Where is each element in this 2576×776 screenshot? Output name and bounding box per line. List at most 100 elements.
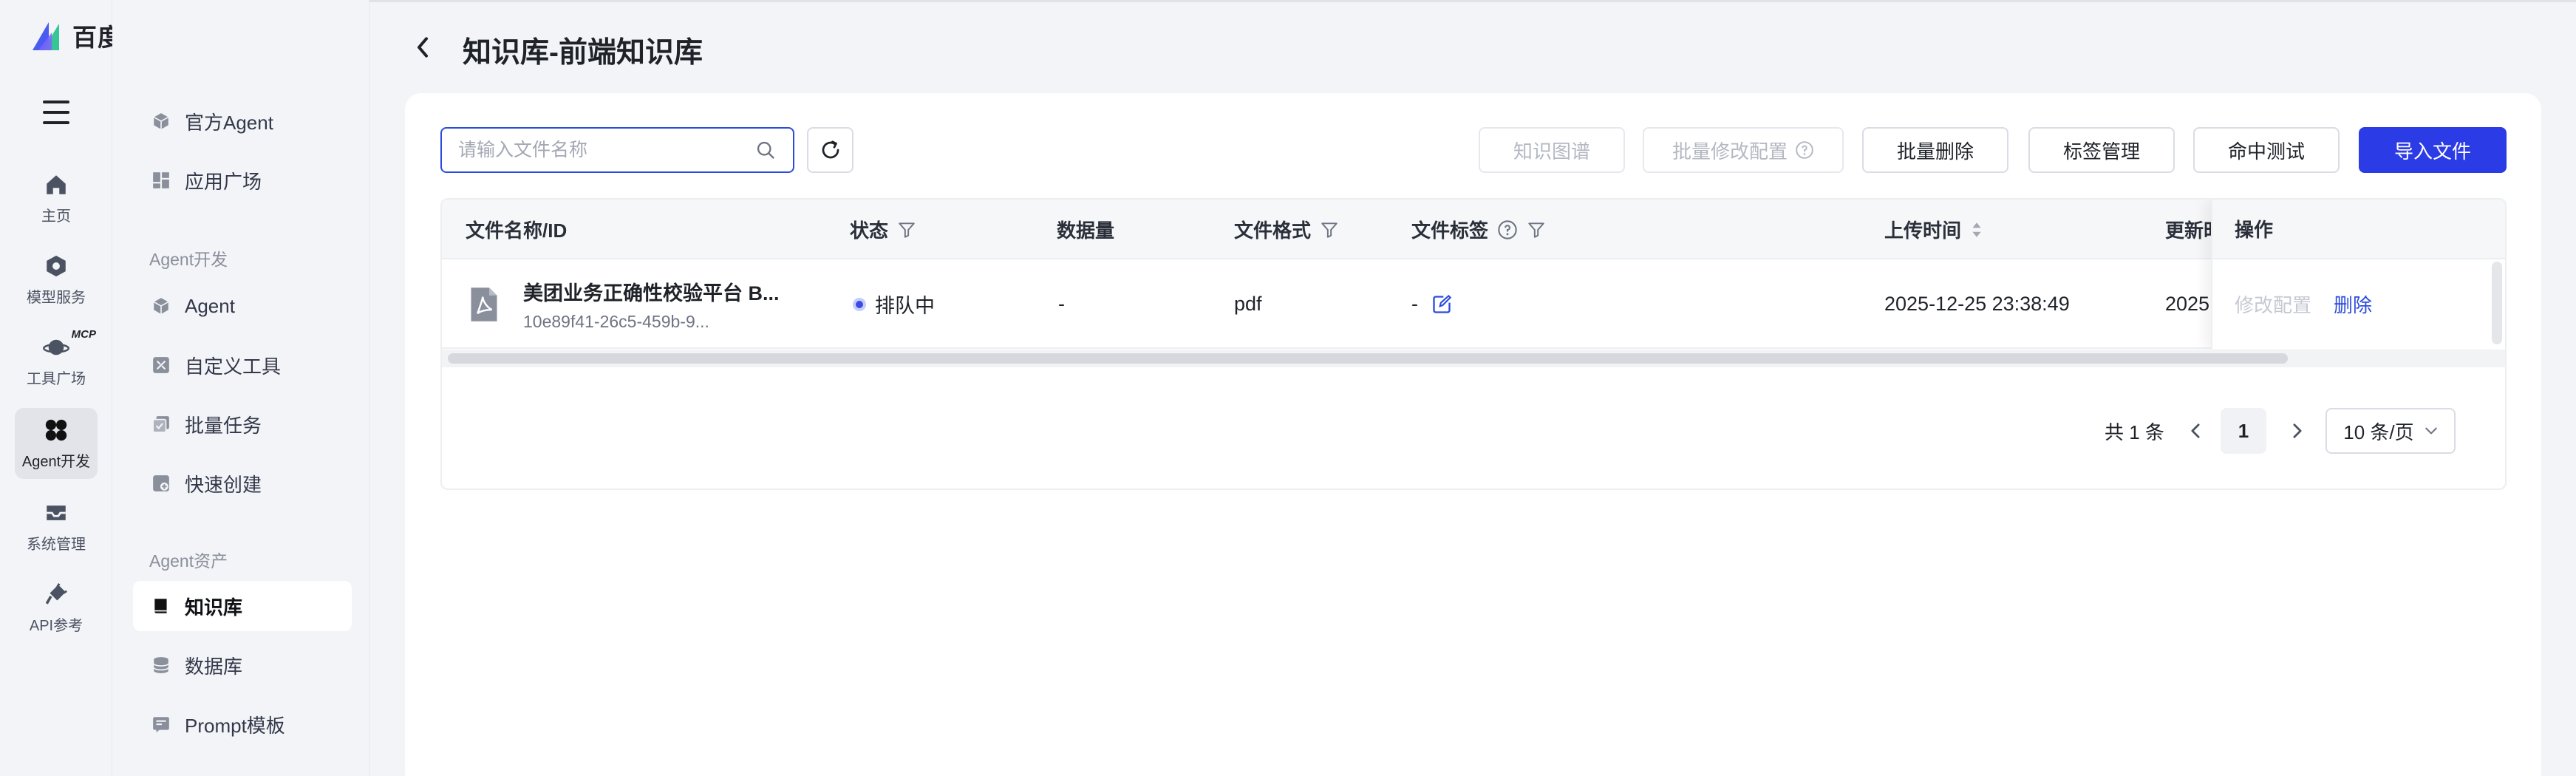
button-label: 命中测试 <box>2227 140 2305 163</box>
status-dot-icon <box>853 297 866 311</box>
help-icon <box>1796 141 1813 159</box>
batch-config-button[interactable]: 批量修改配置 <box>1643 127 1844 173</box>
page-size-value: 10 条/页 <box>2343 421 2414 443</box>
sidebar-item-label: 数据库 <box>185 655 243 678</box>
search-input[interactable] <box>458 139 754 161</box>
sidebar-item-batch-tasks[interactable]: 批量任务 <box>133 399 352 449</box>
data-count-cell: - <box>1058 293 1065 315</box>
filter-icon[interactable] <box>1527 220 1546 239</box>
home-icon <box>43 171 69 198</box>
import-file-button[interactable]: 导入文件 <box>2359 127 2507 173</box>
icon-rail: 百度千帆 主页 模型服务 MCP 工具广场 Agent开发 系统管理 <box>0 0 172 776</box>
column-header-status: 状态 <box>850 200 916 259</box>
rail-label: Agent开发 <box>21 453 91 470</box>
sidebar-item-agent[interactable]: Agent <box>133 281 352 331</box>
vertical-scrollbar[interactable] <box>2492 262 2502 344</box>
page-number-current[interactable]: 1 <box>2220 408 2266 454</box>
rail-label: 系统管理 <box>27 536 86 553</box>
filter-icon[interactable] <box>1320 220 1339 239</box>
chevron-down-icon <box>2425 427 2437 435</box>
hit-test-button[interactable]: 命中测试 <box>2193 127 2340 173</box>
status-cell: 排队中 <box>853 259 935 349</box>
rail-item-tool-plaza[interactable]: MCP 工具广场 <box>15 325 98 396</box>
sidebar-item-label: 知识库 <box>185 596 243 619</box>
back-button[interactable] <box>408 33 437 62</box>
book-icon <box>151 596 171 616</box>
help-icon[interactable] <box>1497 219 1518 240</box>
rail-item-agent-dev[interactable]: Agent开发 <box>15 408 98 479</box>
plug-icon <box>43 581 69 607</box>
sidebar-item-prompt-template[interactable]: Prompt模板 <box>133 699 352 749</box>
sidebar-item-quick-create[interactable]: 快速创建 <box>133 458 352 508</box>
secondary-sidebar: 官方Agent 应用广场 Agent开发 Agent 自定义工具 批量任务 快速… <box>112 0 369 776</box>
menu-toggle-icon[interactable] <box>43 101 69 124</box>
column-header-data-count: 数据量 <box>1057 200 1114 259</box>
button-label: 知识图谱 <box>1513 140 1590 163</box>
mcp-badge: MCP <box>71 328 96 341</box>
grid-icon <box>151 170 171 191</box>
column-header-format: 文件格式 <box>1234 200 1339 259</box>
file-name-cell: 美团业务正确性校验平台 B... 10e89f41-26c5-459b-9... <box>523 259 780 349</box>
rail-label: 工具广场 <box>27 370 86 387</box>
sort-icon[interactable] <box>1970 219 1983 240</box>
rail-label: 主页 <box>41 208 71 225</box>
column-title: 上传时间 <box>1884 219 1962 242</box>
chevron-left-icon <box>2191 423 2200 438</box>
column-title: 文件格式 <box>1234 219 1312 242</box>
tags-cell: - <box>1411 259 1452 349</box>
tools-icon <box>151 355 171 375</box>
format-cell: pdf <box>1234 293 1262 315</box>
batch-icon <box>151 414 171 435</box>
edit-icon[interactable] <box>1431 294 1452 315</box>
button-label: 批量修改配置 <box>1672 140 1788 163</box>
next-page-button[interactable] <box>2283 416 2312 446</box>
update-time-cell: 2025 <box>2165 293 2210 315</box>
search-icon[interactable] <box>754 139 777 161</box>
sidebar-section-title: Agent资产 <box>149 551 228 571</box>
knowledge-graph-button[interactable]: 知识图谱 <box>1479 127 1625 173</box>
sidebar-item-database[interactable]: 数据库 <box>133 640 352 690</box>
rail-item-home[interactable]: 主页 <box>15 163 98 234</box>
batch-delete-button[interactable]: 批量删除 <box>1862 127 2008 173</box>
refresh-button[interactable] <box>807 127 853 173</box>
sidebar-item-label: Agent <box>185 294 235 317</box>
scrollbar-thumb[interactable] <box>448 353 2288 364</box>
edit-config-link[interactable]: 修改配置 <box>2235 290 2311 318</box>
chevron-left-icon <box>418 37 428 58</box>
rail-item-system[interactable]: 系统管理 <box>15 491 98 562</box>
search-box[interactable] <box>440 127 794 173</box>
planet-icon <box>43 334 69 361</box>
prev-page-button[interactable] <box>2181 416 2210 446</box>
sidebar-item-app-plaza[interactable]: 应用广场 <box>133 155 352 205</box>
rail-item-api-ref[interactable]: API参考 <box>15 572 98 643</box>
button-label: 导入文件 <box>2393 140 2471 163</box>
template-icon <box>151 714 171 735</box>
sidebar-item-label: 批量任务 <box>185 414 262 437</box>
sidebar-item-custom-tools[interactable]: 自定义工具 <box>133 340 352 390</box>
inbox-icon <box>43 500 69 526</box>
horizontal-scrollbar[interactable] <box>442 350 2505 367</box>
column-title: 状态 <box>850 219 889 242</box>
delete-link[interactable]: 删除 <box>2334 290 2372 318</box>
sidebar-item-official-agent[interactable]: 官方Agent <box>133 96 352 146</box>
rail-label: 模型服务 <box>27 289 86 306</box>
sidebar-item-label: 自定义工具 <box>185 355 282 378</box>
status-text: 排队中 <box>875 295 935 317</box>
filter-icon[interactable] <box>897 220 916 239</box>
column-header-tags: 文件标签 <box>1411 200 1546 259</box>
sidebar-item-knowledge-base[interactable]: 知识库 <box>133 581 352 631</box>
tag-manage-button[interactable]: 标签管理 <box>2028 127 2175 173</box>
page-size-select[interactable]: 10 条/页 <box>2325 408 2456 454</box>
sidebar-item-label: 官方Agent <box>185 111 273 134</box>
upload-time-cell: 2025-12-25 23:38:49 <box>1884 293 2070 315</box>
sidebar-section-title: Agent开发 <box>149 250 228 269</box>
table-header: 文件名称/ID 状态 数据量 文件格式 文件标签 上传时间 更新时 <box>442 200 2505 259</box>
file-name[interactable]: 美团业务正确性校验平台 B... <box>523 277 780 306</box>
table-row[interactable]: 美团业务正确性校验平台 B... 10e89f41-26c5-459b-9...… <box>442 259 2505 349</box>
rail-item-model-service[interactable]: 模型服务 <box>15 244 98 315</box>
column-title: 文件标签 <box>1411 219 1489 242</box>
button-label: 批量删除 <box>1896 140 1974 163</box>
column-title: 文件名称/ID <box>466 219 568 242</box>
page-title: 知识库-前端知识库 <box>463 37 703 69</box>
model-icon <box>43 253 69 279</box>
